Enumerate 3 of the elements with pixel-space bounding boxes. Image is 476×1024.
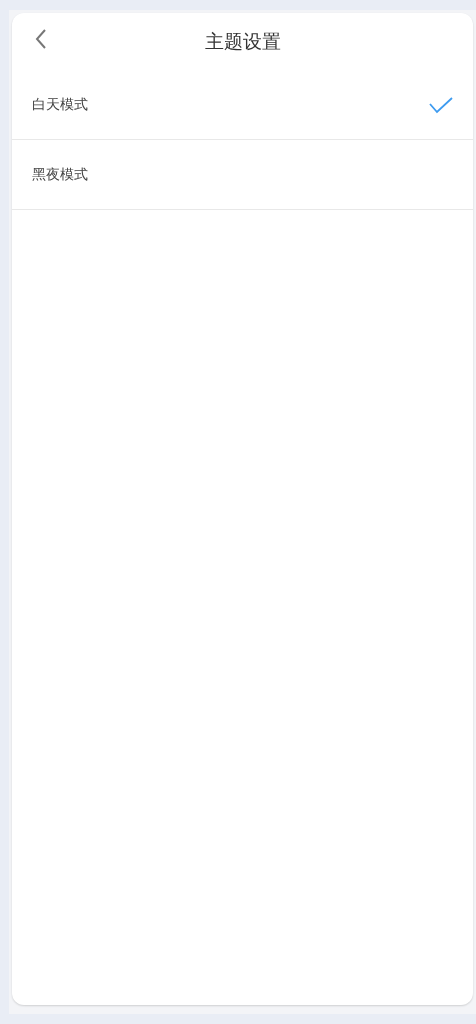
theme-option[interactable]: 黑夜模式 <box>12 140 473 210</box>
theme-option[interactable]: 白天模式 <box>12 70 473 140</box>
page-title: 主题设置 <box>204 28 281 54</box>
